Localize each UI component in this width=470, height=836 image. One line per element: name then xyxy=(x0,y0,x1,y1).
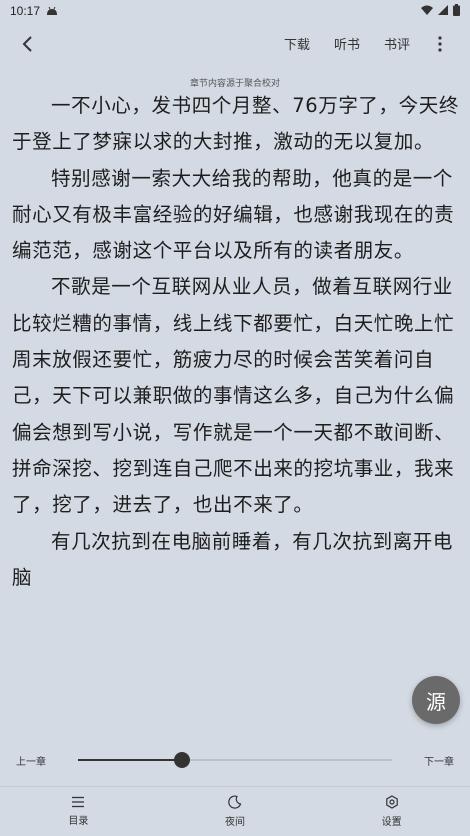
more-menu-button[interactable] xyxy=(426,30,454,58)
download-button[interactable]: 下载 xyxy=(284,34,310,53)
slider-fill xyxy=(78,759,182,761)
chevron-left-icon xyxy=(22,36,32,52)
more-vertical-icon xyxy=(438,36,442,52)
back-button[interactable] xyxy=(14,30,42,58)
source-button[interactable]: 源 xyxy=(412,676,460,724)
gear-icon xyxy=(385,795,398,809)
settings-button[interactable]: 设置 xyxy=(313,787,470,836)
moon-icon xyxy=(228,795,242,809)
next-chapter-button[interactable]: 下一章 xyxy=(424,753,454,768)
toolbar-actions: 下载 听书 书评 xyxy=(284,22,410,64)
night-mode-button[interactable]: 夜间 xyxy=(157,787,314,836)
slider-thumb[interactable] xyxy=(174,752,190,768)
chapter-progress-slider[interactable] xyxy=(78,752,392,768)
android-notification-icon xyxy=(46,6,58,16)
paragraph: 特别感谢一索大大给我的帮助，他真的是一个耐心又有极丰富经验的好编辑，也感谢我现在… xyxy=(12,166,455,263)
list-icon xyxy=(72,796,85,808)
status-bar: 10:17 xyxy=(0,0,470,22)
status-time: 10:17 xyxy=(10,4,41,18)
battery-icon xyxy=(453,3,460,19)
wifi-icon xyxy=(421,4,433,18)
review-button[interactable]: 书评 xyxy=(384,34,410,53)
chapter-content: 一不小心，发书四个月整、76万字了，今天终于登上了梦寐以求的大封推，激动的无以复… xyxy=(12,88,460,728)
chapter-progress-row: 上一章 下一章 xyxy=(0,742,470,778)
bottom-nav: 目录 夜间 设置 xyxy=(0,786,470,836)
listen-button[interactable]: 听书 xyxy=(334,34,360,53)
toc-button[interactable]: 目录 xyxy=(0,787,157,836)
paragraph: 一不小心，发书四个月整、76万字了，今天终于登上了梦寐以求的大封推，激动的无以复… xyxy=(12,94,459,154)
paragraph: 有几次抗到在电脑前睡着，有几次抗到离开电脑 xyxy=(12,529,454,589)
prev-chapter-button[interactable]: 上一章 xyxy=(16,753,46,768)
toc-label: 目录 xyxy=(68,816,89,827)
reader-toolbar: 下载 听书 书评 xyxy=(0,22,470,64)
night-label: 夜间 xyxy=(225,817,245,828)
settings-label: 设置 xyxy=(381,817,402,828)
signal-icon xyxy=(438,4,448,18)
paragraph: 不歌是一个互联网从业人员，做着互联网行业比较烂糟的事情，线上线下都要忙，白天忙晚… xyxy=(12,275,455,517)
